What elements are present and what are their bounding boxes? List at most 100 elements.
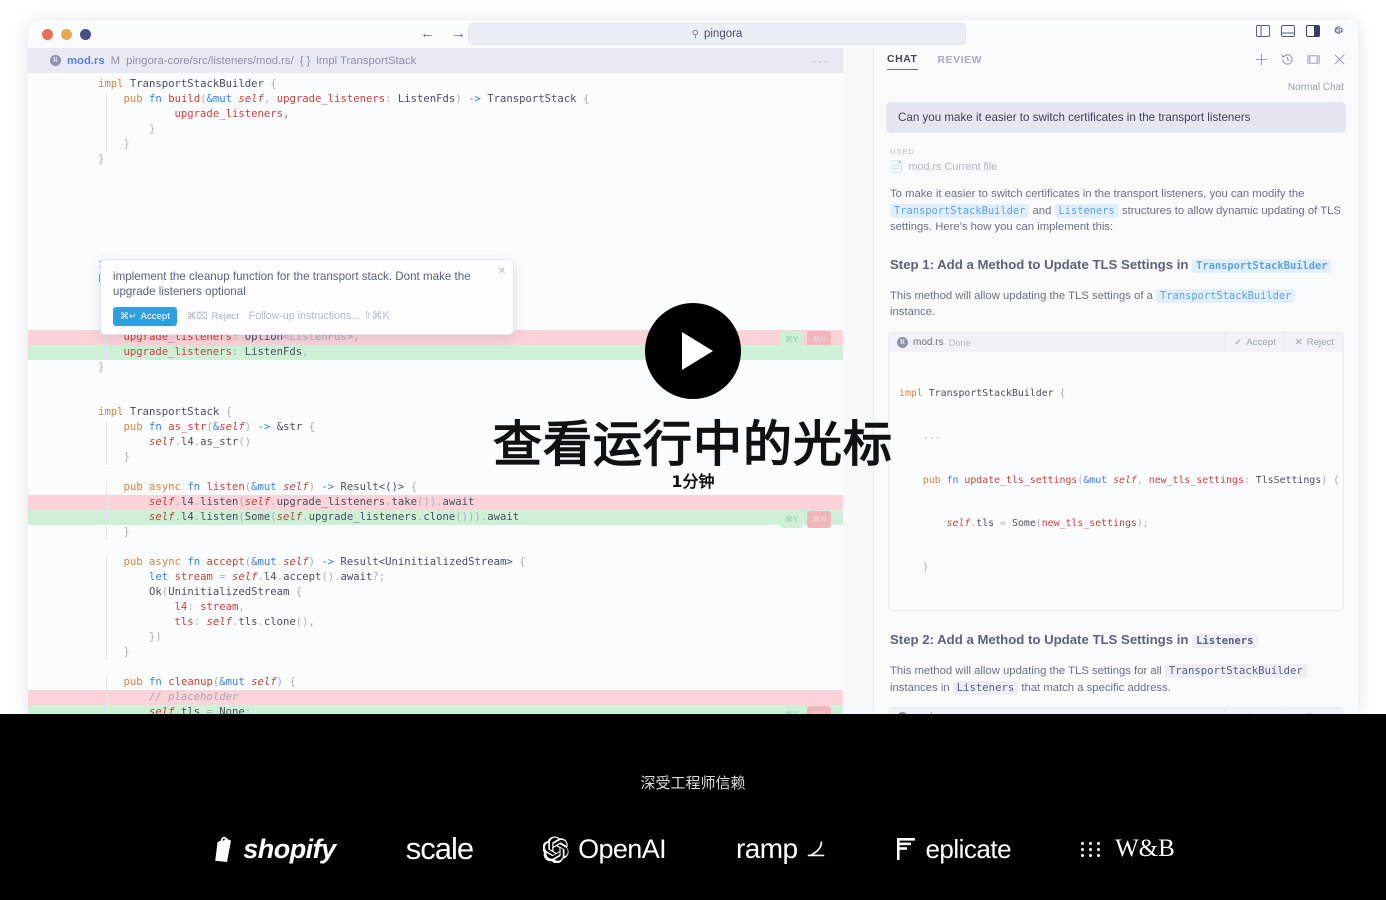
code-line: } xyxy=(28,645,843,660)
overlay-duration: 1分钟 xyxy=(671,472,715,491)
diff-accept-badge[interactable]: ⌘Y xyxy=(779,706,804,714)
code-lines-container[interactable]: impl TransportStackBuilder { pub fn buil… xyxy=(28,73,843,714)
back-arrow-icon[interactable]: ← xyxy=(420,25,435,43)
breadcrumb[interactable]: R mod.rs M pingora-core/src/listeners/mo… xyxy=(28,48,843,73)
search-input-value: pingora xyxy=(703,28,743,40)
inline-code-listeners: Listeners xyxy=(1054,203,1119,218)
logo-shopify: shopify xyxy=(211,834,336,865)
forward-arrow-icon[interactable]: → xyxy=(451,25,466,43)
code-line: l4: stream, xyxy=(28,600,843,615)
step-2-body-before: This method will allow updating the TLS … xyxy=(890,665,1162,677)
code-line: let stream = self.l4.accept().await?; xyxy=(28,570,843,585)
reject-button[interactable]: ⌘⌧ Reject xyxy=(187,309,239,324)
code-block-reject-button[interactable]: ✕ Reject xyxy=(1284,332,1343,352)
shopify-bag-icon xyxy=(215,836,232,862)
used-context-label: USED xyxy=(890,147,916,156)
accept-button[interactable]: ⌘↵ Accept xyxy=(113,307,177,326)
logo-wandb: W&B xyxy=(1081,835,1175,863)
openai-knot-icon xyxy=(543,836,569,863)
tab-chat[interactable]: CHAT xyxy=(887,54,918,70)
gear-icon[interactable] xyxy=(1331,24,1344,37)
intro-and: and xyxy=(1032,204,1052,217)
screenshot-root: ← → ⚲ pingora R mod.rs M pingora-core/sr… xyxy=(0,0,1386,900)
rust-file-icon: R xyxy=(897,336,908,348)
code-block-header: R mod.rs Done ✓ Accept ✕ Reject xyxy=(889,332,1343,352)
inline-prompt-card[interactable]: ✕ implement the cleanup function for the… xyxy=(100,259,514,335)
step-1-heading: Step 1: Add a Method to Update TLS Setti… xyxy=(874,236,1358,275)
chat-panel: CHAT REVIEW Normal Chat Can you make it … xyxy=(873,48,1358,714)
toggle-right-panel-icon[interactable] xyxy=(1306,24,1320,37)
history-icon[interactable] xyxy=(1281,53,1294,66)
close-icon[interactable] xyxy=(1333,53,1346,66)
chat-mode-label[interactable]: Normal Chat xyxy=(874,76,1358,93)
logo-scale-text: scale xyxy=(405,831,474,866)
code-line: Ok(UninitializedStream { xyxy=(28,585,843,600)
diff-actions[interactable]: ⌘Y ⌘N xyxy=(779,706,831,714)
traffic-lights[interactable] xyxy=(28,28,91,40)
used-context-file[interactable]: 📄 mod.rs Current file xyxy=(874,156,1358,174)
inline-prompt-actions: ⌘↵ Accept ⌘⌧ Reject Follow-up instructio… xyxy=(113,307,501,326)
toggle-bottom-panel-icon[interactable] xyxy=(1281,24,1295,37)
step-2-body-code-2: Listeners xyxy=(952,680,1019,695)
play-icon[interactable] xyxy=(645,303,741,399)
code-block-accept-button[interactable]: ✓ Accept xyxy=(1224,332,1284,352)
code-line: tls: self.tls.clone(), xyxy=(28,615,843,630)
code-line: } xyxy=(28,122,843,137)
code-block-accept-label: Accept xyxy=(1246,336,1276,348)
followup-input[interactable]: Follow-up instructions... ⇧⌘K xyxy=(249,309,390,324)
play-triangle xyxy=(682,332,713,370)
search-input[interactable]: ⚲ pingora xyxy=(468,23,966,45)
logo-shopify-text: shopify xyxy=(243,833,336,864)
step-2-body: This method will allow updating the TLS … xyxy=(874,650,1358,696)
step-2-heading-text: Step 2: Add a Method to Update TLS Setti… xyxy=(890,632,1189,647)
code-line-removed: self.l4.listen(self.upgrade_listeners.ta… xyxy=(28,495,843,510)
chat-tabbar: CHAT REVIEW xyxy=(874,48,1358,76)
ramp-mark-icon xyxy=(808,841,825,857)
breadcrumb-overflow-icon[interactable]: ··· xyxy=(813,54,830,68)
breadcrumb-brace-icon: { } xyxy=(299,54,311,67)
step-2-body-code: TransportStackBuilder xyxy=(1164,664,1307,678)
rust-file-icon: R xyxy=(50,55,61,66)
reject-label: Reject xyxy=(211,311,239,322)
plus-icon[interactable] xyxy=(1255,53,1268,66)
toggle-left-panel-icon[interactable] xyxy=(1256,24,1270,37)
step-2-heading-code: Listeners xyxy=(1192,634,1258,648)
breadcrumb-path[interactable]: pingora-core/src/listeners/mod.rs/ xyxy=(126,55,294,67)
code-block-filename[interactable]: mod.rs xyxy=(913,337,944,348)
code-block-reject-label: Reject xyxy=(1306,336,1334,348)
code-line: }) xyxy=(28,630,843,645)
close-icon: ✕ xyxy=(1294,336,1303,348)
step-1-body: This method will allow updating the TLS … xyxy=(874,275,1358,321)
expand-icon[interactable] xyxy=(1307,53,1320,66)
check-icon: ✓ xyxy=(1234,336,1243,348)
logo-openai: OpenAI xyxy=(543,834,667,865)
breadcrumb-symbol[interactable]: impl TransportStack xyxy=(316,55,416,67)
code-line: upgrade_listeners, xyxy=(28,107,843,122)
maximize-window-button[interactable] xyxy=(80,28,91,40)
file-icon: 📄 xyxy=(890,161,904,173)
step-2-heading: Step 2: Add a Method to Update TLS Setti… xyxy=(874,611,1358,650)
diff-reject-badge[interactable]: ⌘N xyxy=(807,706,831,714)
breadcrumb-filename[interactable]: mod.rs xyxy=(67,55,105,67)
code-line: pub async fn accept(&mut self) -> Result… xyxy=(28,555,843,570)
nav-buttons[interactable]: ← → xyxy=(420,25,466,43)
window-right-controls[interactable] xyxy=(1256,24,1344,37)
intro-text-1: To make it easier to switch certificates… xyxy=(890,188,1305,200)
logo-wandb-text: W&B xyxy=(1115,835,1175,862)
close-icon[interactable]: ✕ xyxy=(498,264,506,279)
user-message: Can you make it easier to switch certifi… xyxy=(886,102,1346,133)
chat-actions[interactable] xyxy=(1255,53,1346,66)
code-block-status: Done xyxy=(948,336,971,348)
footer-title: 深受工程师信赖 xyxy=(640,774,746,792)
minimize-window-button[interactable] xyxy=(61,28,72,40)
logo-replicate: eplicate xyxy=(897,833,1012,865)
close-window-button[interactable] xyxy=(42,28,53,40)
code-block-step-2: R mod.rs Done ✓ Accept ✕ Reject xyxy=(888,707,1344,714)
inline-prompt-text: implement the cleanup function for the t… xyxy=(113,270,471,298)
logo-replicate-text: eplicate xyxy=(925,833,1012,864)
tab-review[interactable]: REVIEW xyxy=(938,55,983,70)
window-titlebar: ← → ⚲ pingora xyxy=(28,20,1358,48)
code-block-actions[interactable]: ✓ Accept ✕ Reject xyxy=(1224,332,1343,352)
